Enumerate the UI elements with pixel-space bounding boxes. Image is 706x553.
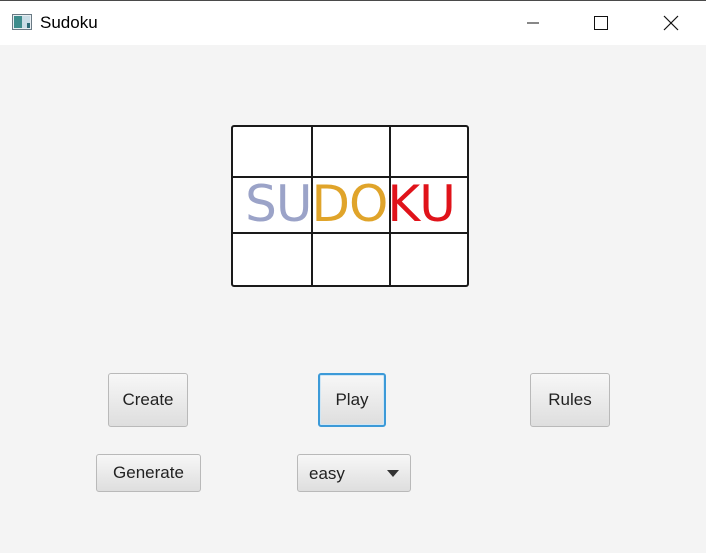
logo-letter: S: [245, 175, 277, 233]
sudoku-window: Sudoku S U D O K U Create Play Rules Gen…: [0, 0, 706, 553]
title-bar[interactable]: Sudoku: [0, 1, 706, 45]
logo-letter: U: [419, 175, 456, 233]
close-icon: [663, 15, 679, 31]
logo-letter: D: [311, 175, 351, 233]
generate-button[interactable]: Generate: [96, 454, 201, 492]
logo-text: S U D O K U: [231, 175, 469, 233]
maximize-button[interactable]: [578, 1, 624, 45]
minimize-icon: [527, 22, 539, 24]
rules-button[interactable]: Rules: [530, 373, 610, 427]
sudoku-logo: S U D O K U: [231, 125, 469, 287]
play-button[interactable]: Play: [318, 373, 386, 427]
window-title: Sudoku: [40, 13, 98, 32]
logo-letter: K: [387, 175, 420, 233]
logo-letter: O: [349, 175, 388, 233]
close-button[interactable]: [648, 1, 694, 45]
minimize-button[interactable]: [510, 1, 556, 45]
create-button[interactable]: Create: [108, 373, 188, 427]
difficulty-value: easy: [309, 464, 345, 483]
app-icon: [12, 14, 32, 30]
dropdown-arrow-icon[interactable]: [387, 470, 399, 477]
difficulty-select[interactable]: easy: [297, 454, 411, 492]
logo-letter: U: [275, 175, 313, 233]
maximize-icon: [594, 16, 608, 30]
